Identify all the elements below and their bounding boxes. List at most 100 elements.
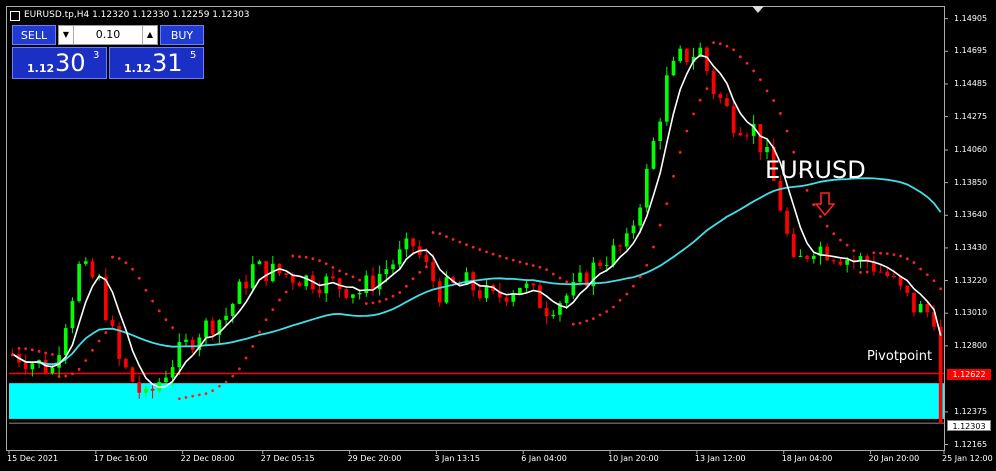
- lot-decrease-icon[interactable]: ▼: [59, 26, 74, 44]
- candle-body: [237, 281, 242, 304]
- candle-body: [351, 294, 355, 298]
- x-tick-label: 10 Jan 20:00: [608, 454, 659, 463]
- sar-dot: [491, 252, 495, 256]
- down-arrow-icon: [814, 192, 836, 220]
- sar-dot: [618, 298, 622, 302]
- candle-body: [83, 261, 88, 264]
- sar-dot: [344, 272, 348, 276]
- candle-body: [70, 301, 75, 329]
- y-tick-label: 1.14905: [954, 13, 988, 23]
- sell-price-box[interactable]: 1.12 30 3: [12, 47, 107, 79]
- sell-price-pips: 30: [55, 49, 86, 77]
- x-tick-label: 17 Dec 16:00: [93, 454, 148, 463]
- candle-body: [204, 320, 208, 338]
- candle-body: [257, 261, 262, 265]
- candle-body: [63, 328, 68, 356]
- sar-dot: [164, 318, 168, 322]
- chart-shift-marker[interactable]: [752, 6, 764, 13]
- sar-dot: [879, 251, 882, 255]
- x-tick-label: 27 Dec 05:15: [260, 454, 315, 463]
- sar-dot: [244, 356, 248, 360]
- x-tick-label: 25 Jan 12:00: [942, 454, 993, 463]
- candle-body: [544, 308, 549, 317]
- candle-body: [905, 285, 910, 293]
- candle-body: [825, 246, 829, 261]
- sar-dot: [217, 384, 221, 388]
- symbol-header: EURUSD.tp,H4 1.12320 1.12330 1.12259 1.1…: [24, 10, 250, 20]
- candle-body: [665, 75, 669, 122]
- sar-dot: [498, 254, 502, 258]
- sar-dot: [591, 317, 595, 321]
- sar-dot: [465, 243, 468, 247]
- one-click-trading-panel: SELL ▼ 0.10 ▲ BUY 1.12 30 3 1.12 31 5: [12, 25, 204, 79]
- sar-dot: [10, 353, 14, 357]
- candle-body: [598, 262, 602, 266]
- lot-increase-icon[interactable]: ▲: [142, 26, 157, 44]
- sar-dot: [391, 294, 395, 298]
- sar-dot: [638, 275, 642, 279]
- y-tick-label: 1.14485: [954, 78, 988, 88]
- sar-dot: [411, 277, 415, 281]
- lot-size-stepper[interactable]: ▼ 0.10 ▲: [58, 25, 158, 45]
- lot-size-value[interactable]: 0.10: [96, 28, 121, 41]
- sar-dot: [298, 255, 301, 259]
- sar-dot: [258, 330, 261, 334]
- sar-dot: [505, 256, 508, 260]
- y-tick-label: 1.13430: [954, 242, 988, 252]
- sar-dot: [458, 240, 462, 244]
- sar-dot: [899, 254, 902, 258]
- sar-dot: [745, 61, 749, 65]
- sar-dot: [859, 271, 862, 274]
- candle-body: [297, 282, 302, 287]
- sar-dot: [231, 374, 235, 378]
- buy-price-box[interactable]: 1.12 31 5: [109, 47, 204, 79]
- sar-dot: [765, 89, 769, 93]
- candle-body: [918, 303, 923, 313]
- sar-dot: [692, 112, 695, 116]
- candle-body: [431, 261, 435, 282]
- candle-body: [551, 314, 556, 317]
- candle-body: [264, 261, 268, 282]
- support-zone: [9, 383, 944, 424]
- sar-dot: [632, 284, 635, 288]
- sar-dot: [912, 261, 916, 264]
- sar-dot: [84, 359, 88, 363]
- sar-dot: [805, 188, 809, 192]
- candle-body: [170, 367, 175, 378]
- candle-body: [738, 132, 743, 136]
- candle-body: [658, 121, 662, 142]
- candle-body: [317, 289, 322, 294]
- sar-dot: [752, 69, 756, 73]
- candle-body: [371, 275, 375, 290]
- x-tick-label: 15 Dec 2021: [7, 454, 59, 463]
- candle-body: [437, 281, 442, 303]
- candle-body: [444, 277, 449, 303]
- sar-dot: [478, 248, 482, 251]
- sar-dot: [37, 350, 41, 353]
- candle-body: [30, 363, 35, 370]
- sar-dot: [471, 245, 475, 249]
- candle-body: [511, 293, 516, 302]
- sar-dot: [398, 291, 402, 294]
- sar-dot: [605, 310, 609, 313]
- sar-dot: [151, 299, 154, 303]
- sar-dot: [71, 372, 74, 376]
- x-tick-label: 18 Jan 04:00: [781, 454, 833, 463]
- symbol-icon: [10, 11, 20, 21]
- candle-body: [845, 259, 849, 265]
- sar-dot: [712, 41, 715, 45]
- current-price-tag: 1.12303: [947, 420, 991, 431]
- candle-body: [344, 289, 349, 298]
- candle-body: [397, 249, 402, 265]
- candle-body: [23, 362, 28, 370]
- sar-dot: [785, 129, 789, 133]
- sell-button[interactable]: SELL: [12, 25, 56, 45]
- buy-button[interactable]: BUY: [160, 25, 204, 45]
- sar-dot: [24, 347, 28, 351]
- sar-dot: [124, 261, 128, 265]
- sar-dot: [839, 238, 842, 242]
- candle-body: [411, 238, 415, 247]
- x-tick-label: 13 Jan 12:00: [694, 454, 746, 463]
- sar-dot: [137, 276, 141, 280]
- candle-body: [892, 275, 896, 277]
